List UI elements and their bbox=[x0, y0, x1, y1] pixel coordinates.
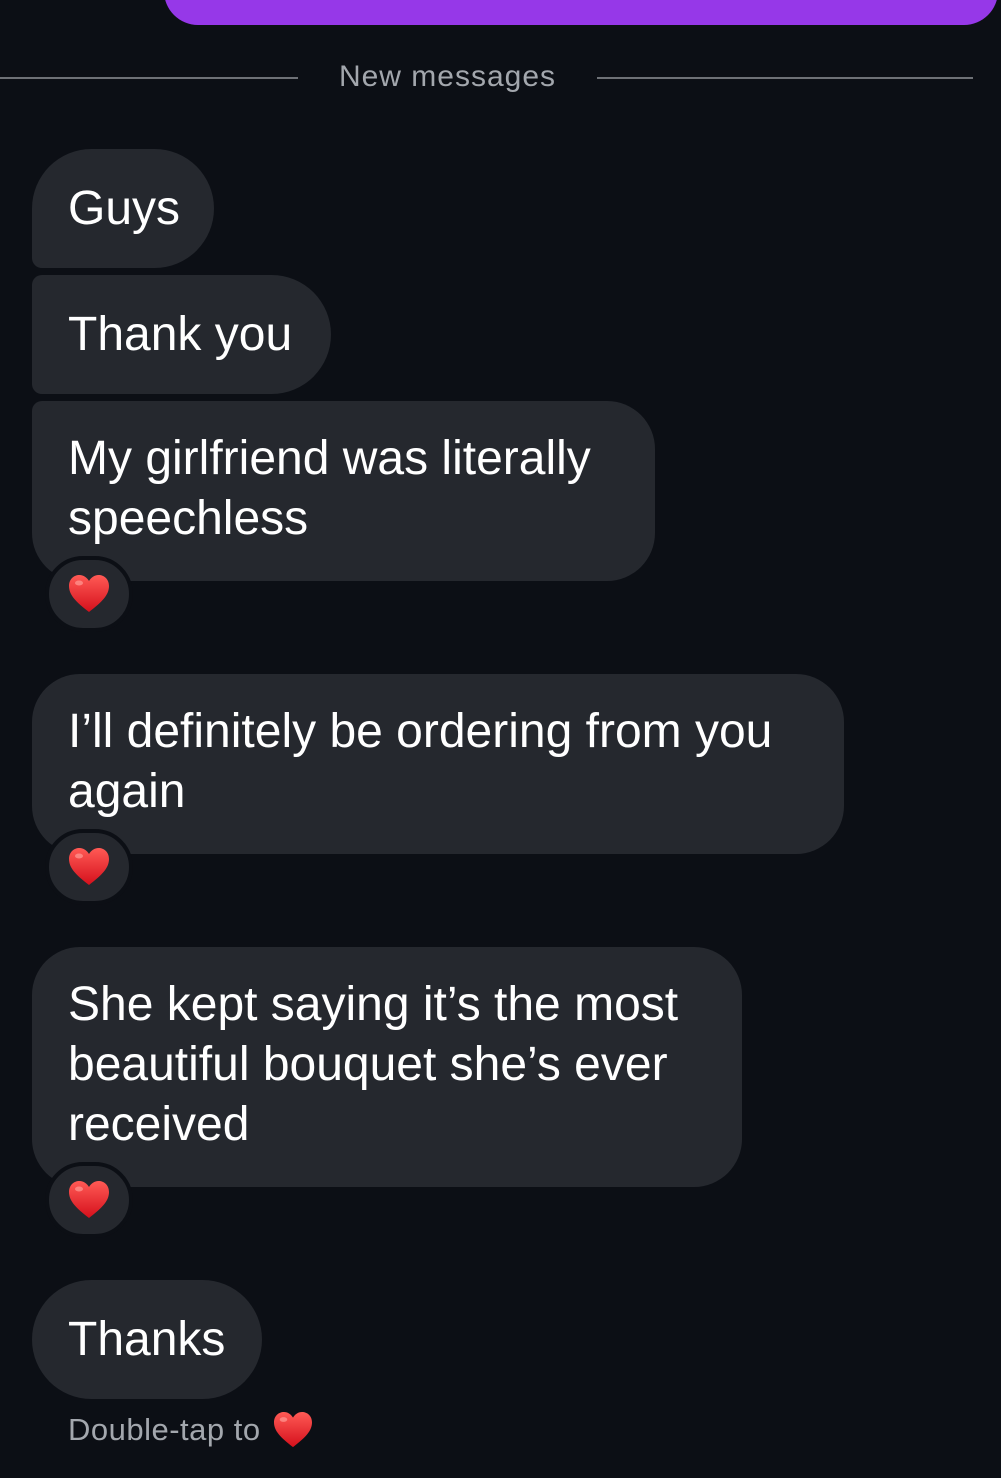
message-reaction[interactable] bbox=[45, 829, 133, 905]
double-tap-hint[interactable]: Double-tap to bbox=[68, 1405, 313, 1455]
divider-line-left bbox=[0, 77, 298, 79]
divider-line-right bbox=[597, 77, 973, 79]
new-messages-label: New messages bbox=[338, 60, 557, 93]
message-reaction[interactable] bbox=[45, 1162, 133, 1238]
heart-icon bbox=[68, 574, 110, 614]
message-bubble-thanks[interactable]: Thanks bbox=[32, 1280, 262, 1399]
message-bubble-guys[interactable]: Guys bbox=[32, 149, 214, 268]
new-messages-divider: New messages bbox=[0, 50, 975, 106]
message-bubble-thank-you[interactable]: Thank you bbox=[32, 275, 331, 394]
message-bubble-ordering-again[interactable]: I’ll definitely be ordering from you aga… bbox=[32, 674, 844, 854]
message-bubble-beautiful-bouquet[interactable]: She kept saying it’s the most beautiful … bbox=[32, 947, 742, 1187]
previous-sent-message-bubble[interactable] bbox=[164, 0, 998, 25]
message-bubble-speechless[interactable]: My girlfriend was literally speechless bbox=[32, 401, 655, 581]
message-reaction[interactable] bbox=[45, 556, 133, 632]
double-tap-hint-label: Double-tap to bbox=[68, 1412, 261, 1447]
heart-icon bbox=[273, 1411, 313, 1449]
heart-icon bbox=[68, 1180, 110, 1220]
heart-icon bbox=[68, 847, 110, 887]
